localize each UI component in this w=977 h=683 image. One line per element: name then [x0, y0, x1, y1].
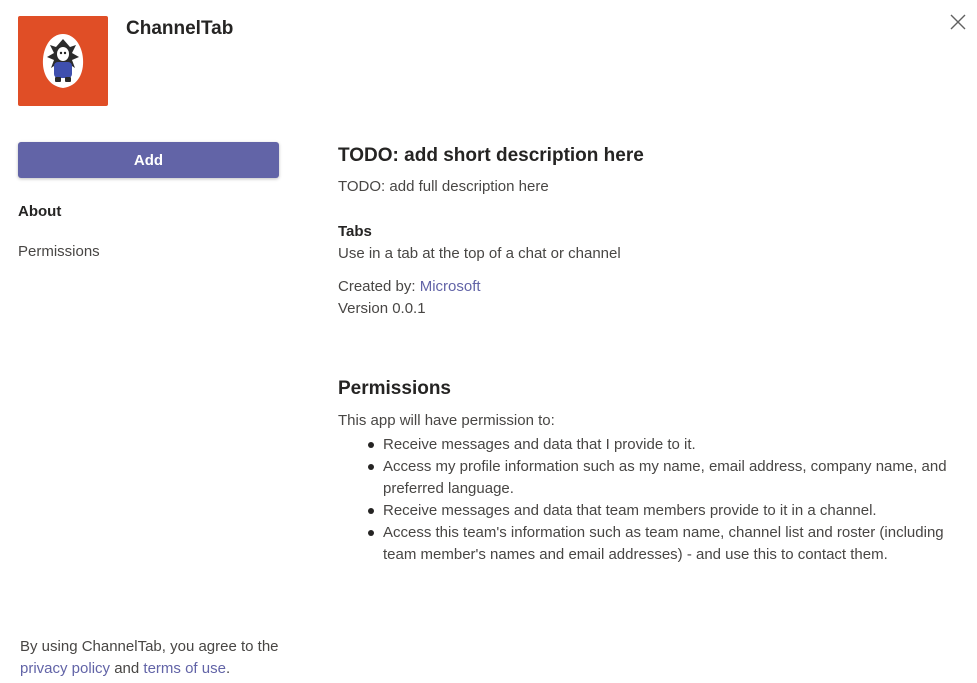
created-by: Created by: Microsoft: [338, 278, 958, 296]
permissions-intro: This app will have permission to:: [338, 412, 555, 429]
permission-item: Access this team's information such as t…: [368, 522, 948, 566]
permission-item: Receive messages and data that team memb…: [368, 500, 948, 522]
close-button[interactable]: [948, 12, 968, 32]
footer-prefix: By using ChannelTab, you agree to the: [20, 638, 279, 655]
tabs-heading: Tabs: [338, 223, 372, 240]
created-by-label: Created by:: [338, 278, 416, 295]
app-title: ChannelTab: [126, 18, 234, 39]
footer-suffix: .: [225, 660, 231, 677]
close-icon[interactable]: [950, 14, 966, 30]
app-logo-icon: [18, 16, 108, 106]
permission-item: Access my profile information such as my…: [368, 456, 948, 500]
tabs-description: Use in a tab at the top of a chat or cha…: [338, 245, 621, 262]
terms-footer: By using ChannelTab, you agree to the pr…: [20, 636, 290, 680]
details-panel: TODO: add short description here TODO: a…: [338, 145, 958, 566]
short-description: TODO: add short description here: [338, 145, 644, 166]
nav-item-about[interactable]: About: [18, 203, 61, 220]
add-button[interactable]: Add: [18, 142, 279, 178]
full-description: TODO: add full description here: [338, 178, 549, 195]
nav-item-permissions[interactable]: Permissions: [18, 243, 100, 260]
version-text: Version 0.0.1: [338, 300, 426, 317]
developer-link[interactable]: Microsoft: [420, 278, 481, 295]
footer-and: and: [114, 660, 140, 677]
permissions-list: Receive messages and data that I provide…: [338, 434, 958, 566]
permissions-heading: Permissions: [338, 378, 451, 399]
privacy-policy-link[interactable]: privacy policy: [20, 660, 110, 677]
terms-of-use-link[interactable]: terms of use: [143, 660, 226, 677]
app-logo-image: [42, 34, 84, 88]
permission-item: Receive messages and data that I provide…: [368, 434, 948, 456]
